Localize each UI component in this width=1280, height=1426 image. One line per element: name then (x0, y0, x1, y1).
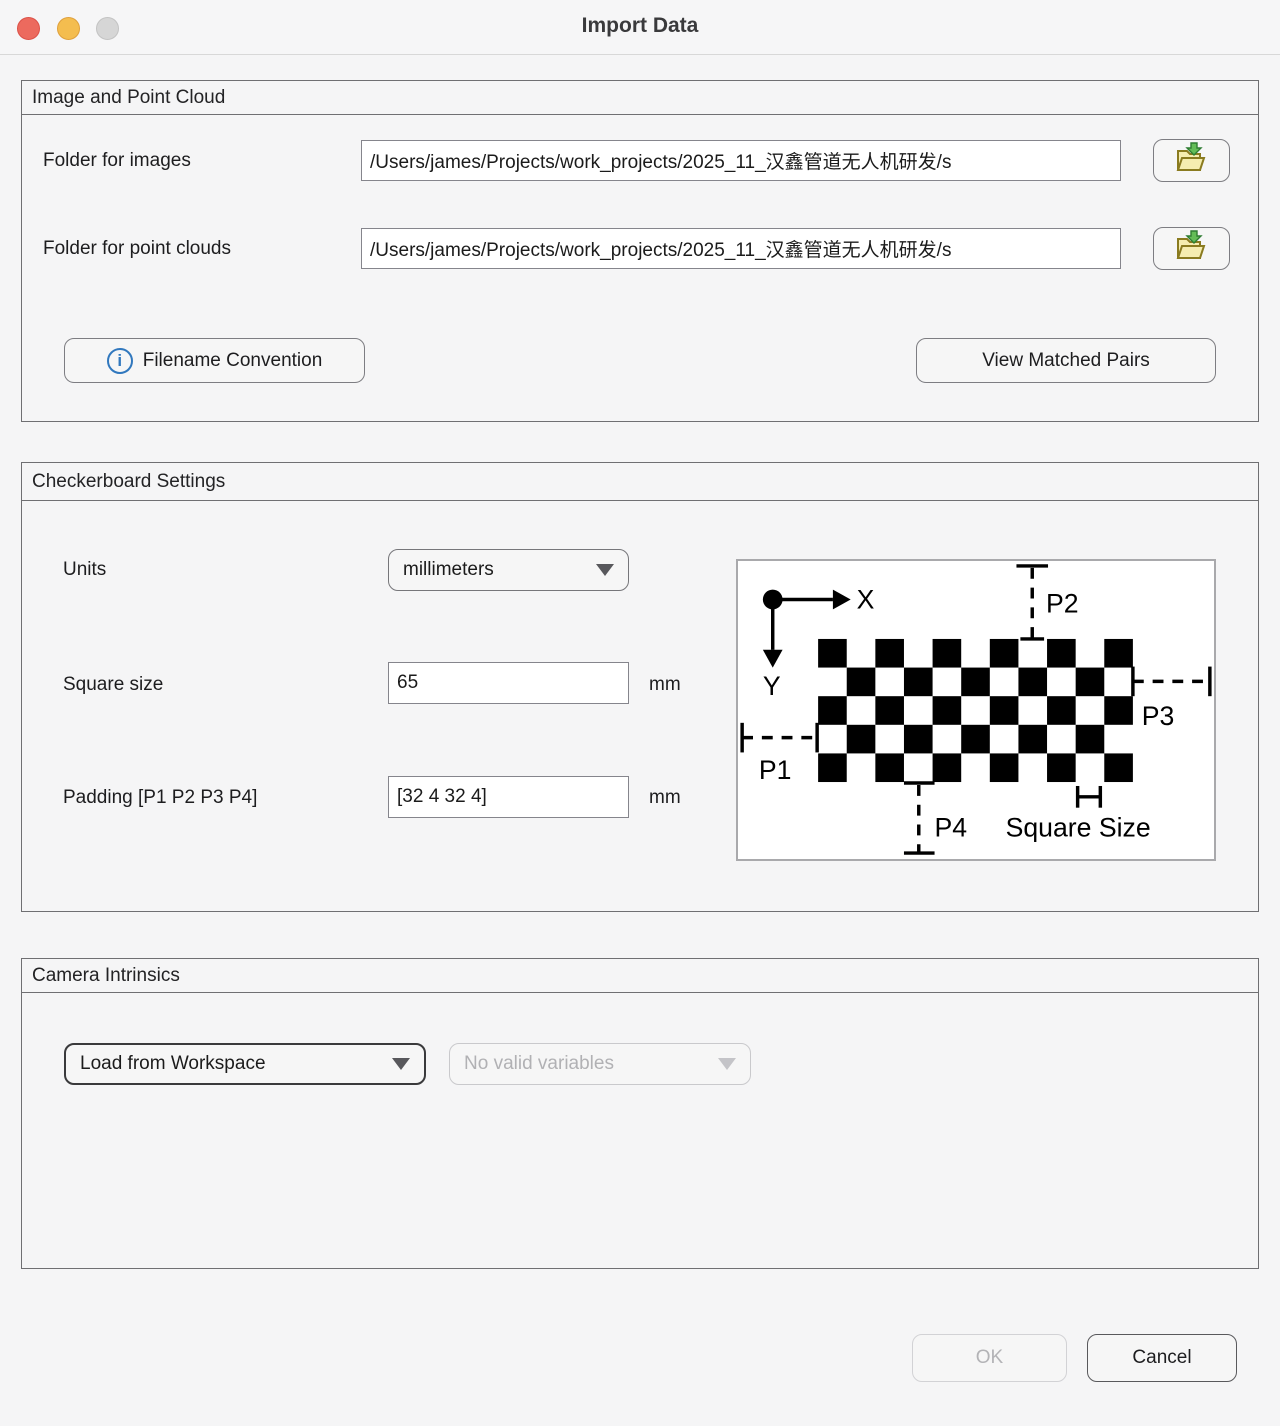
open-folder-icon (1174, 230, 1210, 268)
p2-label: P2 (1046, 588, 1079, 618)
browse-point-clouds-button[interactable] (1153, 227, 1230, 270)
intrinsics-variables-dropdown: No valid variables (449, 1043, 751, 1085)
ok-button-label: OK (976, 1347, 1003, 1369)
padding-unit-label: mm (649, 787, 681, 809)
browse-images-button[interactable] (1153, 139, 1230, 182)
y-axis-label: Y (763, 671, 781, 701)
square-size-label: Square size (63, 674, 163, 696)
x-axis-label: X (857, 584, 875, 614)
padding-input[interactable] (388, 776, 629, 818)
units-dropdown[interactable]: millimeters (388, 549, 629, 591)
folder-images-input[interactable] (361, 140, 1121, 181)
ok-button: OK (912, 1334, 1067, 1382)
square-size-input[interactable] (388, 662, 629, 704)
titlebar: Import Data (0, 0, 1280, 55)
padding-label: Padding [P1 P2 P3 P4] (63, 787, 257, 809)
p1-label: P1 (759, 755, 792, 785)
panel-title-camera-intrinsics: Camera Intrinsics (22, 959, 1258, 993)
p3-label: P3 (1142, 701, 1175, 731)
checkerboard-diagram: X Y P2 P3 P1 P4 (736, 559, 1216, 861)
units-selected-value: millimeters (403, 559, 494, 581)
open-folder-icon (1174, 142, 1210, 180)
panel-title-image-point-cloud: Image and Point Cloud (22, 81, 1258, 115)
chevron-down-icon (596, 564, 614, 576)
chevron-down-icon (718, 1058, 736, 1070)
info-icon: i (107, 348, 133, 374)
window-title: Import Data (0, 14, 1280, 38)
filename-convention-button[interactable]: i Filename Convention (64, 338, 365, 383)
image-point-cloud-panel: Image and Point Cloud Folder for images … (21, 80, 1259, 422)
cancel-button[interactable]: Cancel (1087, 1334, 1237, 1382)
square-size-unit-label: mm (649, 674, 681, 696)
checkerboard-diagram-svg: X Y P2 P3 P1 P4 (738, 561, 1214, 859)
view-matched-pairs-label: View Matched Pairs (982, 350, 1150, 372)
folder-point-clouds-input[interactable] (361, 228, 1121, 269)
camera-intrinsics-panel: Camera Intrinsics Load from Workspace No… (21, 958, 1259, 1269)
filename-convention-label: Filename Convention (143, 350, 323, 372)
intrinsics-variables-selected-value: No valid variables (464, 1053, 614, 1075)
view-matched-pairs-button[interactable]: View Matched Pairs (916, 338, 1216, 383)
cancel-button-label: Cancel (1132, 1347, 1191, 1369)
folder-images-label: Folder for images (43, 150, 191, 172)
folder-point-clouds-label: Folder for point clouds (43, 238, 231, 260)
chevron-down-icon (392, 1058, 410, 1070)
panel-title-checkerboard-settings: Checkerboard Settings (22, 463, 1258, 501)
intrinsics-source-selected-value: Load from Workspace (80, 1053, 266, 1075)
square-size-diagram-label: Square Size (1006, 812, 1151, 842)
units-label: Units (63, 559, 106, 581)
p4-label: P4 (935, 812, 968, 842)
checkerboard-squares (818, 639, 1133, 782)
intrinsics-source-dropdown[interactable]: Load from Workspace (64, 1043, 426, 1085)
checkerboard-settings-panel: Checkerboard Settings Units millimeters … (21, 462, 1259, 912)
